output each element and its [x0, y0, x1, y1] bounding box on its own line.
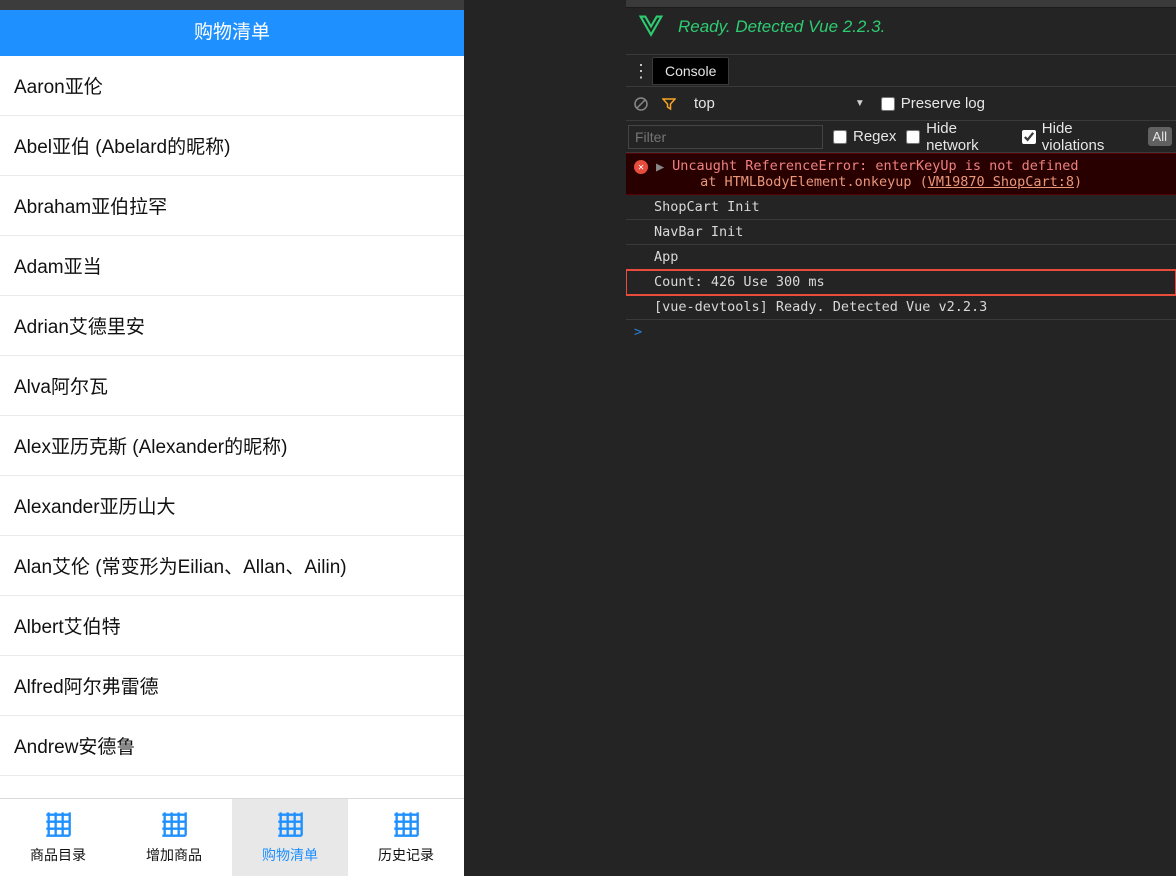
preserve-log-input[interactable]	[881, 97, 895, 111]
devtools-panel: Ready. Detected Vue 2.2.3. ⋮ Console top…	[626, 0, 1176, 876]
vue-logo-icon	[638, 14, 664, 40]
list-item[interactable]: Alfred阿尔弗雷德	[0, 656, 464, 716]
hide-network-label: Hide network	[926, 120, 1012, 154]
error-line-1: Uncaught ReferenceError: enterKeyUp is n…	[672, 158, 1082, 174]
list-item[interactable]: Alan艾伦 (常变形为Eilian、Allan、Ailin)	[0, 536, 464, 596]
console-log-row[interactable]: ShopCart Init	[626, 195, 1176, 220]
regex-input[interactable]	[833, 130, 847, 144]
list-item[interactable]: Andrew安德鲁	[0, 716, 464, 776]
error-message: Uncaught ReferenceError: enterKeyUp is n…	[672, 158, 1082, 190]
console-log-row[interactable]: App	[626, 245, 1176, 270]
hide-violations-label: Hide violations	[1042, 120, 1138, 154]
list-item[interactable]: Aaron亚伦	[0, 56, 464, 116]
error-source-link[interactable]: VM19870 ShopCart:8	[928, 174, 1074, 190]
tab-label: 商品目录	[30, 845, 86, 865]
grid-icon	[276, 810, 304, 841]
execution-context-dropdown[interactable]: top ▼	[688, 95, 871, 112]
tab-3[interactable]: 历史记录	[348, 799, 464, 876]
list-item[interactable]: Abraham亚伯拉罕	[0, 176, 464, 236]
tab-0[interactable]: 商品目录	[0, 799, 116, 876]
console-log-row[interactable]: Count: 426 Use 300 ms	[626, 270, 1176, 295]
error-line-2: at HTMLBodyElement.onkeyup (VM19870 Shop…	[672, 174, 1082, 190]
tab-label: 增加商品	[146, 845, 202, 865]
list-item[interactable]: Albert艾伯特	[0, 596, 464, 656]
chevron-down-icon: ▼	[855, 98, 865, 109]
console-toolbar-row-1: top ▼ Preserve log	[626, 87, 1176, 121]
execution-context-value: top	[694, 95, 715, 112]
hide-network-checkbox[interactable]: Hide network	[906, 120, 1012, 154]
console-toolbar-row-2: Regex Hide network Hide violations All	[626, 121, 1176, 153]
vue-devtools-header: Ready. Detected Vue 2.2.3.	[626, 8, 1176, 55]
filter-icon[interactable]	[660, 95, 678, 113]
list-item[interactable]: Adam亚当	[0, 236, 464, 296]
filter-input[interactable]	[628, 125, 823, 149]
grid-icon	[160, 810, 188, 841]
list-item[interactable]: Alexander亚历山大	[0, 476, 464, 536]
page-title: 购物清单	[0, 10, 464, 56]
grid-icon	[44, 810, 72, 841]
tab-2[interactable]: 购物清单	[232, 799, 348, 876]
list-item[interactable]: Adrian艾德里安	[0, 296, 464, 356]
grid-icon	[392, 810, 420, 841]
error-icon: ✕	[634, 160, 648, 174]
vue-status-text: Ready. Detected Vue 2.2.3.	[678, 17, 885, 37]
console-prompt[interactable]: >	[626, 320, 1176, 344]
preserve-log-label: Preserve log	[901, 95, 985, 112]
list-item[interactable]: Alex亚历克斯 (Alexander的昵称)	[0, 416, 464, 476]
list-item[interactable]: Abel亚伯 (Abelard的昵称)	[0, 116, 464, 176]
tab-label: 历史记录	[378, 845, 434, 865]
kebab-menu-icon[interactable]: ⋮	[630, 62, 652, 80]
clear-console-icon[interactable]	[632, 95, 650, 113]
window-chrome-strip	[0, 0, 464, 10]
regex-checkbox[interactable]: Regex	[833, 128, 896, 145]
devtools-tabs-row: ⋮ Console	[626, 55, 1176, 87]
log-levels-badge[interactable]: All	[1148, 127, 1172, 146]
devtools-top-strip	[626, 0, 1176, 8]
tab-label: 购物清单	[262, 845, 318, 865]
panel-divider	[464, 0, 626, 876]
list-item[interactable]: Alva阿尔瓦	[0, 356, 464, 416]
expand-triangle-icon[interactable]: ▶	[656, 159, 664, 175]
app-panel: 购物清单 Aaron亚伦Abel亚伯 (Abelard的昵称)Abraham亚伯…	[0, 0, 464, 876]
preserve-log-checkbox[interactable]: Preserve log	[881, 95, 985, 112]
console-output[interactable]: ✕ ▶ Uncaught ReferenceError: enterKeyUp …	[626, 153, 1176, 876]
bottom-tab-bar: 商品目录 增加商品 购物清单 历史记录	[0, 798, 464, 876]
shopping-list[interactable]: Aaron亚伦Abel亚伯 (Abelard的昵称)Abraham亚伯拉罕Ada…	[0, 56, 464, 798]
tab-console[interactable]: Console	[652, 57, 729, 85]
hide-violations-input[interactable]	[1022, 130, 1036, 144]
regex-label: Regex	[853, 128, 896, 145]
console-error-row[interactable]: ✕ ▶ Uncaught ReferenceError: enterKeyUp …	[626, 153, 1176, 195]
console-log-row[interactable]: [vue-devtools] Ready. Detected Vue v2.2.…	[626, 295, 1176, 320]
hide-violations-checkbox[interactable]: Hide violations	[1022, 120, 1138, 154]
hide-network-input[interactable]	[906, 130, 920, 144]
tab-1[interactable]: 增加商品	[116, 799, 232, 876]
console-log-row[interactable]: NavBar Init	[626, 220, 1176, 245]
